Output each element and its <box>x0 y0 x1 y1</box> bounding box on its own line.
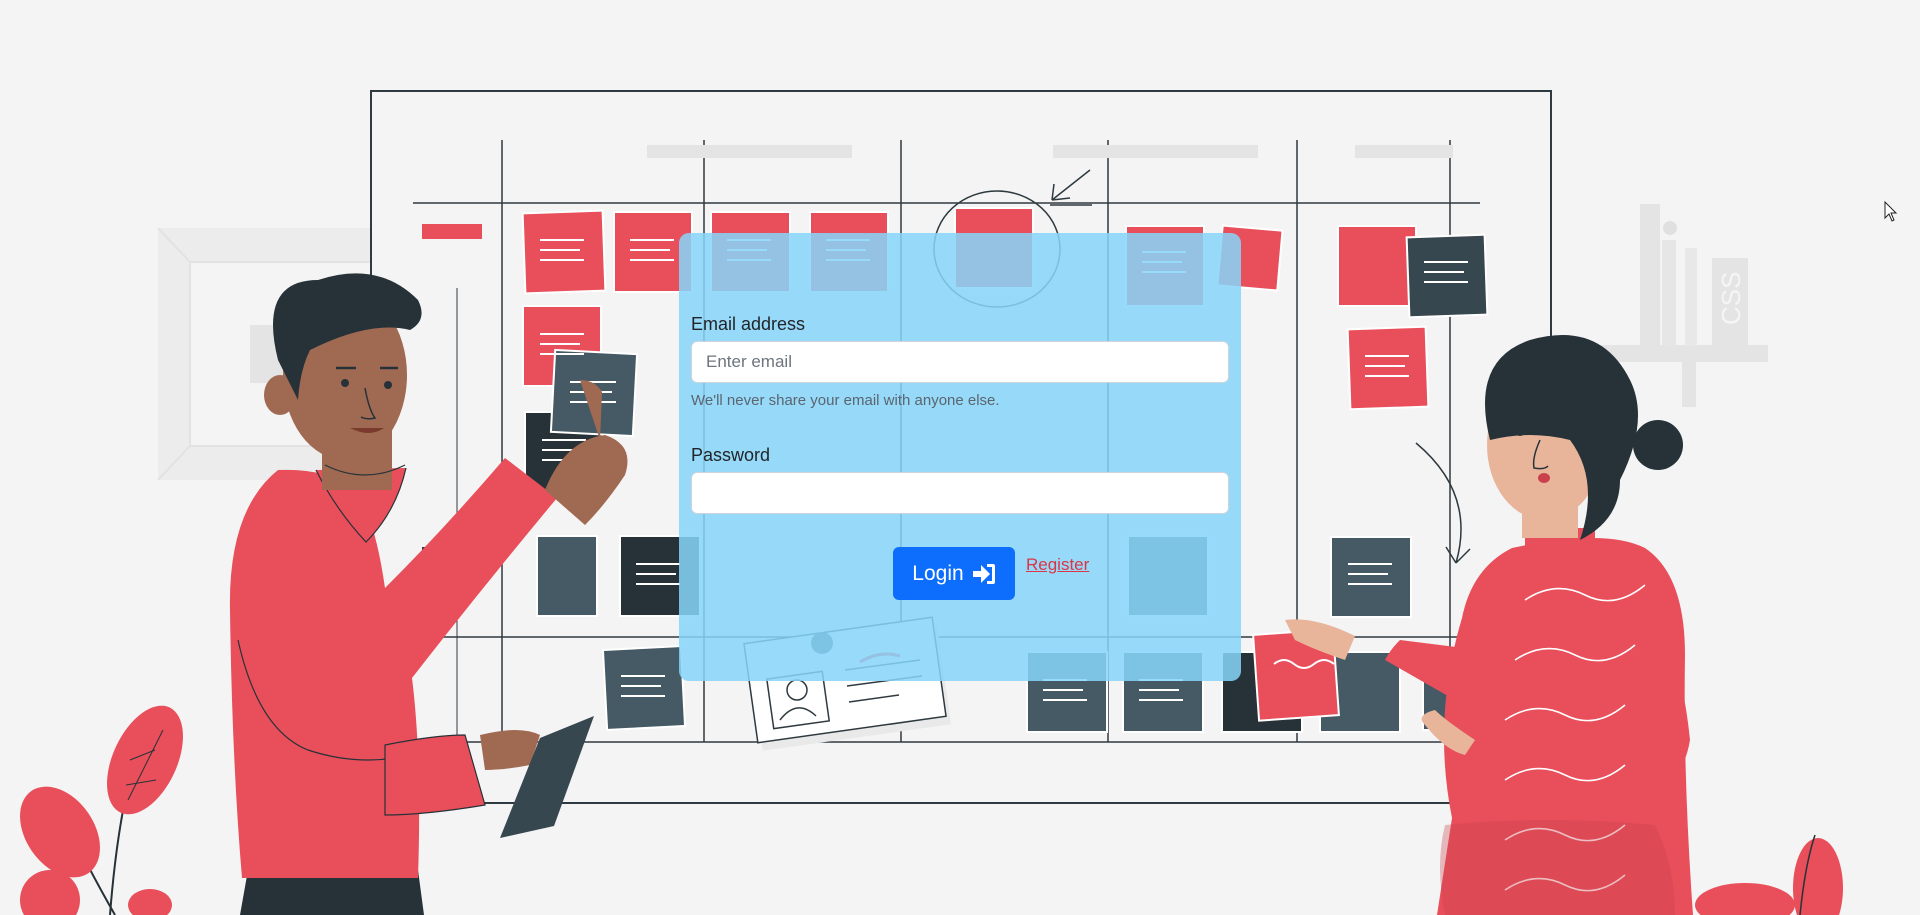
password-label: Password <box>691 445 771 465</box>
wall-sign-text: CSS <box>1716 272 1746 325</box>
email-help-text: We'll never share your email with anyone… <box>691 392 1000 409</box>
sign-in-icon <box>972 563 995 584</box>
form-actions: Login Register <box>679 547 1241 601</box>
password-group: Password <box>691 444 1229 514</box>
email-input[interactable] <box>691 341 1229 383</box>
email-label: Email address <box>691 314 806 334</box>
login-form-card: Email address We'll never share your ema… <box>679 233 1241 681</box>
mouse-cursor-icon <box>1884 201 1898 222</box>
login-page: CSS Email address Enter email We'll neve… <box>0 0 1920 915</box>
left-plant <box>20 705 183 915</box>
register-link[interactable]: Register <box>1026 555 1089 575</box>
right-plant <box>1695 834 1843 915</box>
login-button-label: Login <box>912 561 964 585</box>
login-button[interactable]: Login <box>893 547 1015 600</box>
password-input[interactable] <box>691 472 1229 514</box>
